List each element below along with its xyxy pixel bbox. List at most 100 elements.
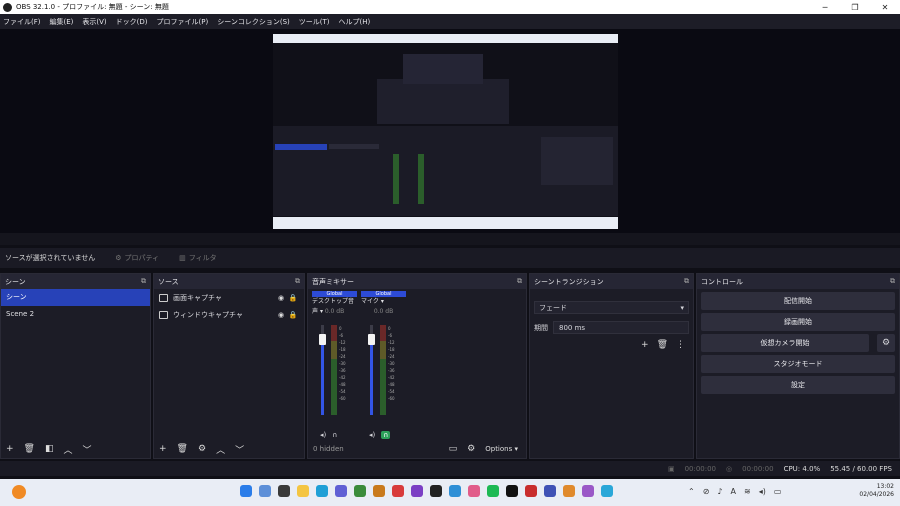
gear-icon[interactable]: ⚙ <box>877 334 895 352</box>
search-icon[interactable] <box>259 485 271 497</box>
status-bar: ▣ 00:00:00 ◎ 00:00:00 CPU: 4.0% 55.45 / … <box>0 461 900 476</box>
preview-screen-image <box>273 34 618 229</box>
app-icon[interactable] <box>582 485 594 497</box>
volume-icon[interactable]: ◂) <box>759 487 766 496</box>
edge-icon[interactable] <box>316 485 328 497</box>
meter-tick: -48 <box>339 382 346 387</box>
app-icon[interactable] <box>563 485 575 497</box>
settings-button[interactable]: 設定 <box>701 376 895 394</box>
app-icon[interactable] <box>525 485 537 497</box>
duration-input[interactable]: 800 ms <box>553 321 689 334</box>
properties-button[interactable]: ⚙ プロパティ <box>115 253 159 263</box>
up-icon[interactable]: ︿ <box>64 443 73 456</box>
chevron-up-icon[interactable]: ⌃ <box>688 487 695 496</box>
eye-icon[interactable]: ◉ <box>275 311 287 319</box>
filter-icon: ▥ <box>179 254 186 262</box>
undock-icon[interactable]: ⧉ <box>141 277 146 286</box>
volume-slider-thumb[interactable] <box>319 333 326 345</box>
menu-tools[interactable]: ツール(T) <box>299 17 330 27</box>
wifi-icon[interactable]: ≋ <box>744 487 751 496</box>
add-icon[interactable]: + <box>641 340 649 350</box>
weather-icon[interactable] <box>12 485 26 499</box>
eye-icon[interactable]: ◉ <box>275 294 287 302</box>
menu-help[interactable]: ヘルプ(H) <box>339 17 371 27</box>
app-icon[interactable] <box>601 485 613 497</box>
preview-status-strip <box>0 233 900 245</box>
trash-icon[interactable]: 🗑 <box>24 444 35 454</box>
scene-item[interactable]: シーン <box>1 289 150 306</box>
options-button[interactable]: Options ▾ <box>485 445 518 453</box>
app-icon[interactable] <box>506 485 518 497</box>
window-icon <box>159 310 168 319</box>
filters-button[interactable]: ▥ フィルタ <box>179 253 217 263</box>
task-view-icon[interactable] <box>278 485 290 497</box>
battery-icon[interactable]: ▭ <box>774 487 782 496</box>
trash-icon[interactable]: 🗑 <box>657 340 668 350</box>
obs-taskbar-icon[interactable] <box>430 485 442 497</box>
trash-icon[interactable]: 🗑 <box>177 444 188 454</box>
lock-icon[interactable]: 🔒 <box>287 311 299 319</box>
more-icon[interactable]: ⋮ <box>676 340 685 350</box>
start-streaming-button[interactable]: 配信開始 <box>701 292 895 310</box>
undock-icon[interactable]: ⧉ <box>890 277 895 286</box>
studio-mode-button[interactable]: スタジオモード <box>701 355 895 373</box>
ime-icon[interactable]: A <box>731 487 736 496</box>
speaker-icon[interactable]: ◂) <box>320 431 326 439</box>
gear-icon[interactable]: ⚙ <box>198 444 206 454</box>
gear-icon: ⚙ <box>115 254 122 262</box>
headphones-icon[interactable]: ∩ <box>332 431 337 439</box>
menu-docks[interactable]: ドック(D) <box>116 17 148 27</box>
transition-select[interactable]: フェード ▾ <box>534 301 689 314</box>
source-item[interactable]: ウィンドウキャプチャ ◉ 🔒 <box>154 306 304 323</box>
app-icon[interactable] <box>392 485 404 497</box>
channel-name[interactable]: マイク ▾ <box>361 297 406 307</box>
network-off-icon[interactable]: ⊘ <box>703 487 710 496</box>
menu-file[interactable]: ファイル(F) <box>3 17 41 27</box>
start-virtual-camera-button[interactable]: 仮想カメラ開始 <box>701 334 869 352</box>
mic-icon[interactable]: ♪ <box>717 487 722 496</box>
duration-row: 期間 800 ms <box>534 321 689 334</box>
up-icon[interactable]: ︿ <box>216 443 225 456</box>
layout-icon[interactable]: ▭ <box>449 444 458 454</box>
down-icon[interactable]: ﹀ <box>235 443 244 456</box>
meter-tick: 0 <box>388 326 391 331</box>
undock-icon[interactable]: ⧉ <box>684 277 689 286</box>
menu-view[interactable]: 表示(V) <box>82 17 106 27</box>
scene-item[interactable]: Scene 2 <box>1 306 150 323</box>
app-icon[interactable] <box>354 485 366 497</box>
start-icon[interactable] <box>240 485 252 497</box>
app-icon[interactable] <box>487 485 499 497</box>
maximize-icon[interactable]: ❐ <box>840 3 870 12</box>
store-icon[interactable] <box>335 485 347 497</box>
speaker-icon[interactable]: ◂) <box>369 431 375 439</box>
app-icon[interactable] <box>449 485 461 497</box>
close-icon[interactable]: ✕ <box>870 3 900 12</box>
menu-scene-collection[interactable]: シーンコレクション(S) <box>217 17 290 27</box>
volume-slider-thumb[interactable] <box>368 333 375 345</box>
mixer-settings-icon[interactable]: ⚙ <box>467 444 475 454</box>
minimize-icon[interactable]: ─ <box>810 3 840 12</box>
app-icon[interactable] <box>373 485 385 497</box>
app-icon[interactable] <box>468 485 480 497</box>
clock[interactable]: 13:02 02/04/2026 <box>859 483 894 499</box>
undock-icon[interactable]: ⧉ <box>295 277 300 286</box>
menu-edit[interactable]: 編集(E) <box>50 17 74 27</box>
window-title: OBS 32.1.0 - プロファイル: 無題 - シーン: 無題 <box>16 3 169 11</box>
record-icon: ▣ <box>667 464 675 473</box>
start-recording-button[interactable]: 録画開始 <box>701 313 895 331</box>
file-explorer-icon[interactable] <box>297 485 309 497</box>
channel-name[interactable]: デスクトップ音声 ▾ <box>312 297 357 315</box>
undock-icon[interactable]: ⧉ <box>517 277 522 286</box>
headphones-icon[interactable]: ∩ <box>381 431 391 439</box>
source-item[interactable]: 画面キャプチャ ◉ 🔒 <box>154 289 304 306</box>
app-icon[interactable] <box>411 485 423 497</box>
app-icon[interactable] <box>544 485 556 497</box>
down-icon[interactable]: ﹀ <box>83 443 92 456</box>
menu-profile[interactable]: プロファイル(P) <box>157 17 209 27</box>
lock-icon[interactable]: 🔒 <box>287 294 299 302</box>
system-tray: ⌃ ⊘ ♪ A ≋ ◂) ▭ <box>688 487 781 496</box>
preview-canvas[interactable] <box>273 34 618 229</box>
filter-icon[interactable]: ◧ <box>45 444 54 454</box>
add-icon[interactable]: + <box>159 444 167 454</box>
add-icon[interactable]: + <box>6 444 14 454</box>
